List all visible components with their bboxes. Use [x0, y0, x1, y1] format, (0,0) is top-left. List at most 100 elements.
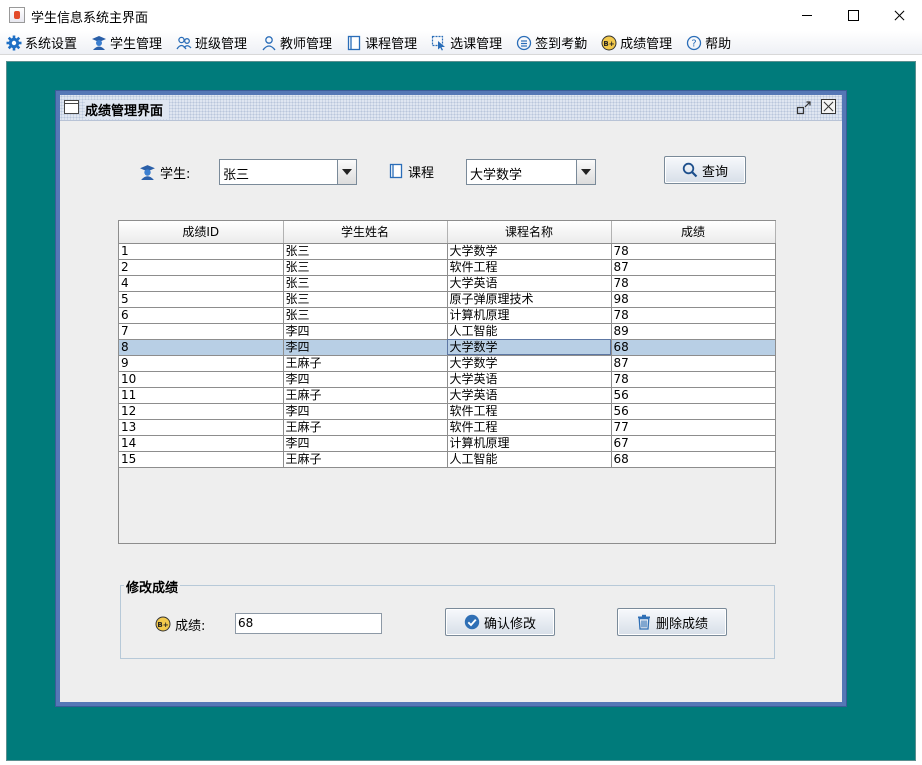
table-row[interactable]: 13 王麻子 软件工程 77 — [119, 419, 776, 436]
column-header-grade-id[interactable]: 成绩ID — [119, 221, 284, 244]
menu-attendance[interactable]: 签到考勤 — [516, 33, 587, 52]
table-row[interactable]: 14 李四 计算机原理 67 — [119, 435, 776, 452]
cell-score[interactable]: 67 — [611, 435, 776, 452]
cell-score[interactable]: 68 — [611, 451, 776, 468]
cell-grade-id[interactable]: 8 — [119, 339, 284, 356]
cell-student-name[interactable]: 王麻子 — [283, 419, 448, 436]
menu-select-course-management[interactable]: 选课管理 — [431, 33, 502, 52]
cell-grade-id[interactable]: 7 — [119, 323, 284, 340]
menu-student-management[interactable]: 学生管理 — [91, 33, 162, 52]
menu-class-management[interactable]: 班级管理 — [176, 33, 247, 52]
cell-score[interactable]: 68 — [611, 339, 776, 356]
table-row[interactable]: 5 张三 原子弹原理技术 98 — [119, 291, 776, 308]
cell-student-name[interactable]: 李四 — [283, 323, 448, 340]
cell-grade-id[interactable]: 11 — [119, 387, 284, 404]
cell-student-name[interactable]: 王麻子 — [283, 451, 448, 468]
cell-grade-id[interactable]: 10 — [119, 371, 284, 388]
grade-table-scrollpane[interactable]: 成绩ID 学生姓名 课程名称 成绩 1 张三 大学数学 78 2 张三 软件工程 87 4 张三大… — [118, 220, 776, 544]
cell-course-name[interactable]: 大学英语 — [447, 275, 612, 292]
column-header-course-name[interactable]: 课程名称 — [447, 221, 612, 244]
cell-course-name[interactable]: 大学英语 — [447, 387, 612, 404]
frame-close-button[interactable] — [821, 99, 836, 114]
cell-score[interactable]: 78 — [611, 371, 776, 388]
table-row[interactable]: 8 李四 大学数学 68 — [119, 339, 776, 356]
cell-course-name[interactable]: 大学英语 — [447, 371, 612, 388]
close-button[interactable] — [876, 0, 922, 31]
delete-score-button[interactable]: 删除成绩 — [617, 608, 727, 636]
cell-course-name[interactable]: 计算机原理 — [447, 307, 612, 324]
cell-course-name[interactable]: 软件工程 — [447, 419, 612, 436]
table-row[interactable]: 1 张三 大学数学 78 — [119, 243, 776, 260]
cell-course-name[interactable]: 大学数学 — [447, 243, 612, 260]
confirm-modify-button[interactable]: 确认修改 — [445, 608, 555, 636]
score-input[interactable]: 68 — [235, 613, 382, 634]
cell-course-name[interactable]: 人工智能 — [447, 323, 612, 340]
menu-course-management[interactable]: 课程管理 — [346, 33, 417, 52]
course-combobox[interactable]: 大学数学 — [466, 159, 596, 185]
cell-student-name[interactable]: 张三 — [283, 275, 448, 292]
cell-student-name[interactable]: 张三 — [283, 307, 448, 324]
cell-score[interactable]: 77 — [611, 419, 776, 436]
cell-grade-id[interactable]: 5 — [119, 291, 284, 308]
cell-grade-id[interactable]: 14 — [119, 435, 284, 452]
cell-course-name[interactable]: 软件工程 — [447, 259, 612, 276]
maximize-button[interactable] — [830, 0, 876, 31]
table-row[interactable]: 15 王麻子 人工智能 68 — [119, 451, 776, 468]
cell-student-name[interactable]: 李四 — [283, 403, 448, 420]
table-row[interactable]: 7 李四 人工智能 89 — [119, 323, 776, 340]
column-header-score[interactable]: 成绩 — [611, 221, 776, 244]
cell-score[interactable]: 56 — [611, 403, 776, 420]
cell-course-name[interactable]: 软件工程 — [447, 403, 612, 420]
table-row[interactable]: 9 王麻子 大学数学 87 — [119, 355, 776, 372]
table-row[interactable]: 11 王麻子 大学英语 56 — [119, 387, 776, 404]
cell-student-name[interactable]: 李四 — [283, 435, 448, 452]
cell-student-name[interactable]: 李四 — [283, 339, 448, 356]
cell-score[interactable]: 78 — [611, 307, 776, 324]
frame-title-bar[interactable]: 成绩管理界面 — [60, 95, 842, 121]
cell-score[interactable]: 87 — [611, 259, 776, 276]
cell-course-name[interactable]: 大学数学 — [447, 355, 612, 372]
cell-grade-id[interactable]: 2 — [119, 259, 284, 276]
cell-grade-id[interactable]: 13 — [119, 419, 284, 436]
cell-course-name[interactable]: 人工智能 — [447, 451, 612, 468]
cell-grade-id[interactable]: 12 — [119, 403, 284, 420]
column-header-student-name[interactable]: 学生姓名 — [283, 221, 448, 244]
cell-course-name[interactable]: 原子弹原理技术 — [447, 291, 612, 308]
cell-student-name[interactable]: 王麻子 — [283, 387, 448, 404]
table-row[interactable]: 2 张三 软件工程 87 — [119, 259, 776, 276]
cell-score[interactable]: 56 — [611, 387, 776, 404]
cell-grade-id[interactable]: 6 — [119, 307, 284, 324]
menu-teacher-management[interactable]: 教师管理 — [261, 33, 332, 52]
table-row[interactable]: 10 李四 大学英语 78 — [119, 371, 776, 388]
chevron-down-icon[interactable] — [576, 160, 595, 184]
cell-score[interactable]: 89 — [611, 323, 776, 340]
chevron-down-icon[interactable] — [337, 160, 356, 184]
cell-student-name[interactable]: 李四 — [283, 371, 448, 388]
table-row[interactable]: 6 张三 计算机原理 78 — [119, 307, 776, 324]
cell-grade-id[interactable]: 4 — [119, 275, 284, 292]
cell-score[interactable]: 98 — [611, 291, 776, 308]
minimize-button[interactable] — [784, 0, 830, 31]
cell-score[interactable]: 87 — [611, 355, 776, 372]
cell-grade-id[interactable]: 1 — [119, 243, 284, 260]
cell-grade-id[interactable]: 15 — [119, 451, 284, 468]
cell-score[interactable]: 78 — [611, 243, 776, 260]
menu-grade-management[interactable]: B+ 成绩管理 — [601, 33, 672, 52]
cell-student-name[interactable]: 王麻子 — [283, 355, 448, 372]
cell-course-name[interactable]: 大学数学 — [447, 339, 612, 356]
cell-grade-id[interactable]: 9 — [119, 355, 284, 372]
cell-score[interactable]: 78 — [611, 275, 776, 292]
cell-student-name[interactable]: 张三 — [283, 259, 448, 276]
menu-help[interactable]: ? 帮助 — [686, 33, 731, 52]
menu-label: 帮助 — [705, 37, 732, 52]
student-combobox[interactable]: 张三 — [219, 159, 357, 185]
restore-icon[interactable] — [796, 100, 812, 116]
menu-system-settings[interactable]: 系统设置 — [6, 33, 77, 52]
cell-student-name[interactable]: 张三 — [283, 291, 448, 308]
cell-student-name[interactable]: 张三 — [283, 243, 448, 260]
query-button[interactable]: 查询 — [664, 156, 746, 184]
table-row[interactable]: 4 张三 大学英语 78 — [119, 275, 776, 292]
cell-course-name[interactable]: 计算机原理 — [447, 435, 612, 452]
menu-label: 班级管理 — [195, 37, 248, 52]
table-row[interactable]: 12 李四 软件工程 56 — [119, 403, 776, 420]
